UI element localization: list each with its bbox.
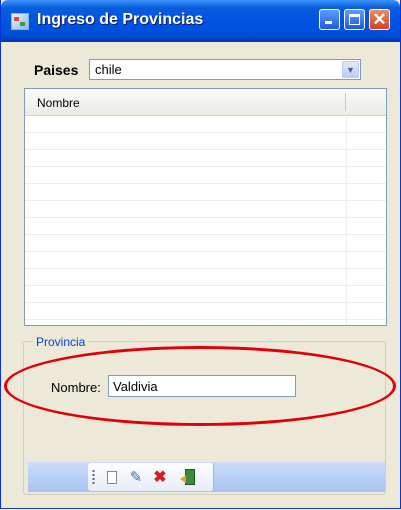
- minimize-icon: [325, 21, 332, 24]
- column-header-nombre[interactable]: Nombre: [37, 96, 80, 110]
- window-title: Ingreso de Provincias: [37, 11, 204, 28]
- edit-pencil-icon: ✎: [129, 469, 143, 486]
- exit-door-icon: [179, 469, 195, 485]
- grid-header: Nombre: [25, 89, 386, 116]
- exit-button[interactable]: [178, 468, 196, 486]
- provincia-group-title: Provincia: [33, 335, 89, 349]
- chevron-down-icon[interactable]: ▼: [342, 61, 359, 78]
- maximize-button[interactable]: [344, 9, 365, 30]
- nombre-input[interactable]: [108, 375, 296, 397]
- delete-button[interactable]: ✖: [151, 468, 169, 486]
- new-document-icon: [107, 470, 117, 484]
- close-button[interactable]: ✕: [369, 9, 390, 30]
- maximize-icon: [349, 14, 360, 25]
- title-bar[interactable]: Ingreso de Provincias ✕: [1, 0, 400, 42]
- grid-body[interactable]: [25, 116, 386, 325]
- paises-selected-value: chile: [95, 62, 122, 77]
- new-button[interactable]: [103, 468, 121, 486]
- grid-column-line: [346, 116, 347, 325]
- paises-label: Paises: [34, 62, 79, 78]
- minimize-button[interactable]: [319, 9, 340, 30]
- nombre-label: Nombre:: [51, 380, 101, 395]
- edit-button[interactable]: ✎: [127, 468, 145, 486]
- paises-dropdown[interactable]: chile ▼: [89, 59, 361, 80]
- provincias-grid[interactable]: Nombre: [24, 88, 387, 326]
- close-icon: ✕: [372, 9, 387, 29]
- column-separator[interactable]: [345, 93, 346, 111]
- delete-x-icon: ✖: [153, 469, 167, 486]
- toolbar-grip-handle[interactable]: [92, 469, 95, 485]
- action-toolbar: ✎ ✖: [88, 463, 214, 491]
- app-window-icon[interactable]: [11, 13, 29, 30]
